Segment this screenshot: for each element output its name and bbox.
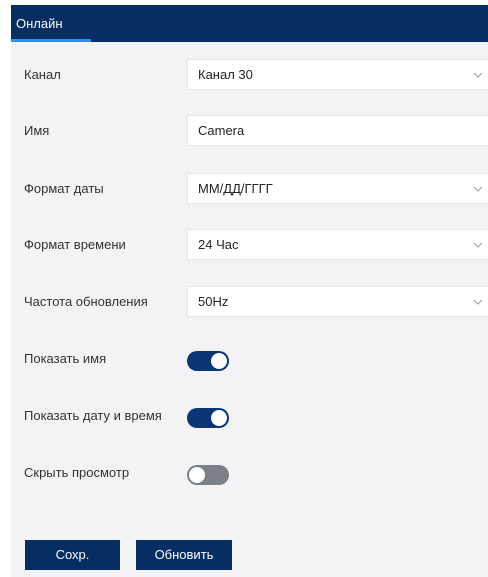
active-tab-indicator (11, 39, 91, 42)
tab-online-label: Онлайн (16, 16, 63, 31)
date-format-value: ММ/ДД/ГГГГ (198, 181, 273, 196)
show-name-toggle[interactable] (187, 351, 229, 371)
refresh-rate-label: Частота обновления (24, 294, 148, 309)
refresh-rate-value: 50Hz (198, 294, 229, 309)
refresh-button[interactable]: Обновить (136, 540, 232, 570)
tab-bar: Онлайн (11, 5, 488, 42)
name-input[interactable]: Camera (187, 115, 488, 146)
settings-panel: Онлайн Канал Канал 30 Имя Camera Формат … (11, 5, 488, 577)
show-datetime-toggle[interactable] (187, 408, 229, 428)
channel-value: Канал 30 (198, 67, 253, 82)
hide-preview-toggle[interactable] (187, 465, 229, 485)
chevron-down-icon (473, 299, 483, 305)
date-format-label: Формат даты (24, 181, 104, 196)
save-button[interactable]: Сохр. (25, 540, 120, 570)
tab-online[interactable]: Онлайн (11, 5, 91, 42)
chevron-down-icon (473, 242, 483, 248)
toggle-knob (211, 353, 227, 369)
toggle-knob (189, 467, 205, 483)
time-format-label: Формат времени (24, 237, 126, 252)
date-format-select[interactable]: ММ/ДД/ГГГГ (187, 173, 488, 204)
channel-select[interactable]: Канал 30 (187, 59, 488, 90)
hide-preview-label: Скрыть просмотр (24, 465, 130, 480)
refresh-rate-select[interactable]: 50Hz (187, 286, 488, 317)
channel-label: Канал (24, 67, 61, 82)
show-name-label: Показать имя (24, 351, 107, 366)
chevron-down-icon (473, 72, 483, 78)
show-datetime-label: Показать дату и время (24, 408, 162, 423)
name-label: Имя (24, 123, 50, 138)
time-format-select[interactable]: 24 Час (187, 229, 488, 260)
chevron-down-icon (473, 186, 483, 192)
toggle-knob (211, 410, 227, 426)
name-value: Camera (198, 123, 245, 138)
time-format-value: 24 Час (198, 237, 239, 252)
